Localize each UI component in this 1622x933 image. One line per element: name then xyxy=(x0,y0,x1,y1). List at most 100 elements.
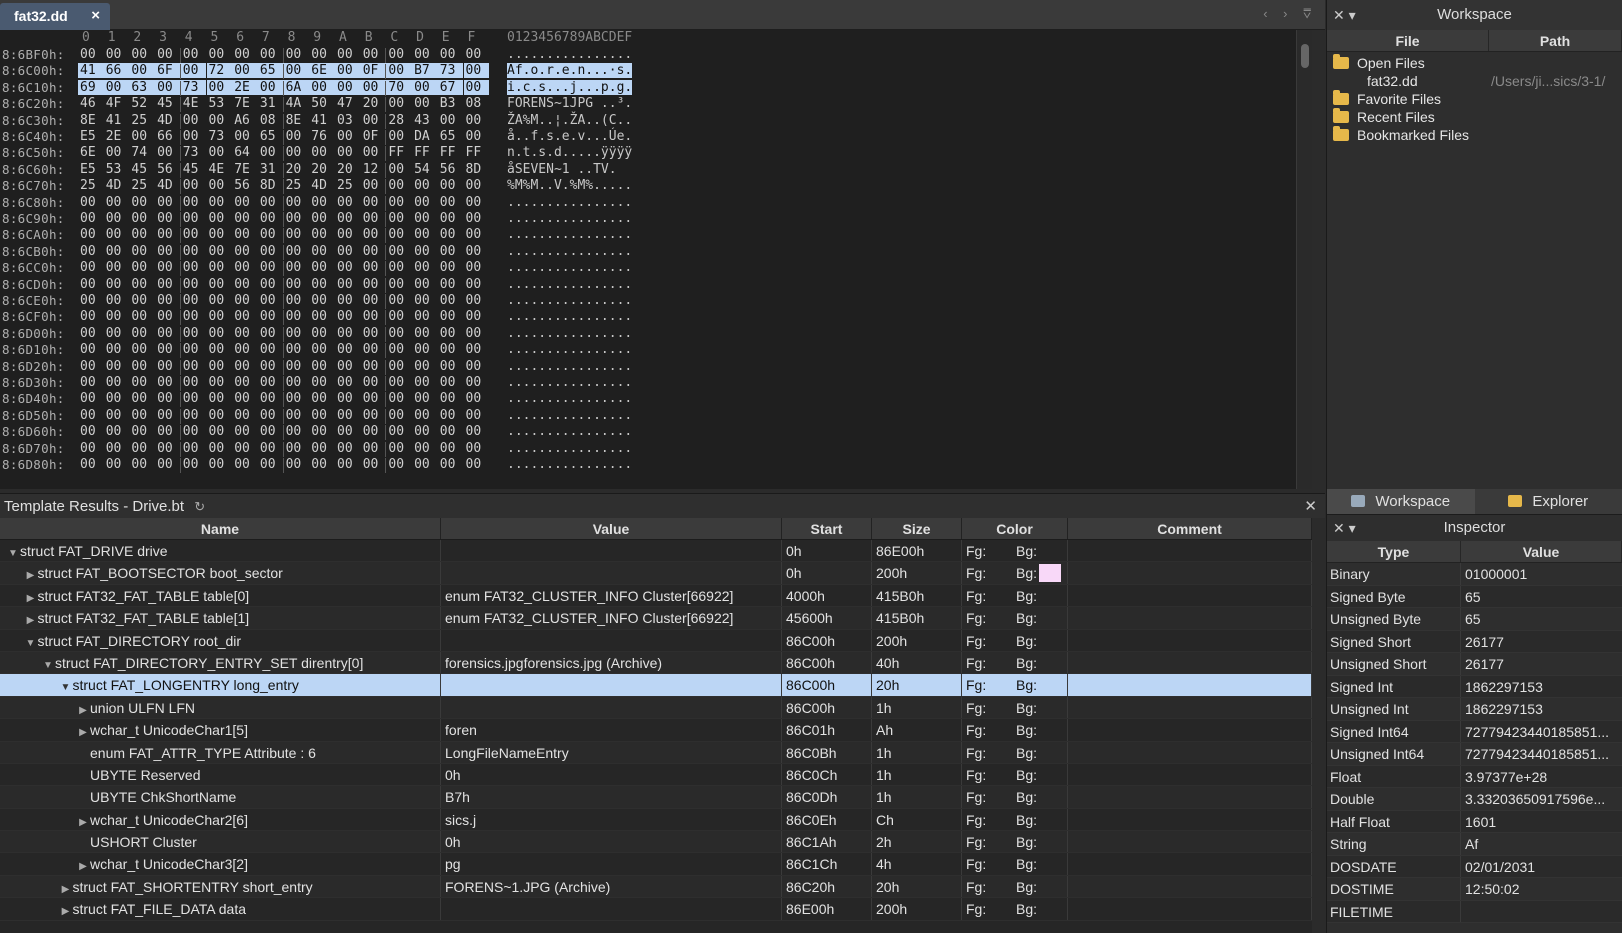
hex-byte[interactable]: 00 xyxy=(335,375,361,390)
inspector-value[interactable]: 72779423440185851... xyxy=(1461,721,1622,743)
hex-byte[interactable]: 00 xyxy=(284,408,310,423)
hex-bytes[interactable]: 41 66 00 6F 00 72 00 65 00 6E 00 0F 00 B7 73 00 xyxy=(78,63,498,80)
hex-byte[interactable]: 00 xyxy=(412,326,438,341)
hex-row[interactable]: 8:6C00h: 41 66 00 6F 00 72 00 65 00 6E 00 0F 00 B7 73 00… xyxy=(0,63,1312,80)
hex-byte[interactable]: 00 xyxy=(412,211,438,226)
hex-byte[interactable]: 00 xyxy=(155,309,181,324)
workspace-folder-item[interactable]: Favorite Files xyxy=(1327,90,1622,108)
hex-byte[interactable]: 00 xyxy=(464,457,490,472)
hex-byte[interactable]: 00 xyxy=(232,441,258,456)
hex-bytes[interactable]: 00 00 00 00 00 00 00 00 00 00 00 00 00 00 00 00 xyxy=(78,293,498,310)
hex-byte[interactable]: 00 xyxy=(438,244,464,259)
inspector-row[interactable]: FILETIME xyxy=(1327,900,1622,923)
hex-byte[interactable]: 00 xyxy=(361,195,387,210)
hex-byte[interactable]: 54 xyxy=(412,162,438,177)
hex-byte[interactable]: 00 xyxy=(207,408,233,423)
hex-byte[interactable]: 00 xyxy=(181,457,207,472)
hex-row[interactable]: 8:6CA0h: 00 00 00 00 00 00 00 00 00 00 00 00 00 00 00 00… xyxy=(0,227,1312,244)
hex-bytes[interactable]: 00 00 00 00 00 00 00 00 00 00 00 00 00 00 00 00 xyxy=(78,424,498,441)
hex-ascii[interactable]: ................ xyxy=(507,424,632,439)
hex-byte[interactable]: 00 xyxy=(464,211,490,226)
expand-down-icon[interactable]: ▼ xyxy=(24,633,38,651)
hex-byte[interactable]: 00 xyxy=(438,178,464,193)
hex-byte[interactable]: 00 xyxy=(181,277,207,292)
hex-byte[interactable]: 56 xyxy=(155,162,181,177)
hex-bytes[interactable]: 00 00 00 00 00 00 00 00 00 00 00 00 00 00 00 00 xyxy=(78,375,498,392)
template-cell-color[interactable]: Fg: Bg: xyxy=(962,875,1068,898)
inspector-value[interactable]: 65 xyxy=(1461,586,1622,608)
hex-byte[interactable]: 69 xyxy=(78,79,104,95)
hex-byte[interactable]: 00 xyxy=(155,195,181,210)
hex-byte[interactable]: 00 xyxy=(258,342,284,357)
hex-byte[interactable]: 00 xyxy=(309,277,335,292)
hex-row[interactable]: 8:6C50h: 6E 00 74 00 73 00 64 00 00 00 00 00 FF FF FF FF… xyxy=(0,145,1312,162)
hex-byte[interactable]: 00 xyxy=(309,375,335,390)
hex-ascii[interactable]: Af.o.r.e.n...·s. xyxy=(507,63,633,79)
hex-row[interactable]: 8:6CD0h: 00 00 00 00 00 00 00 00 00 00 00 00 00 00 00 00… xyxy=(0,277,1312,294)
hex-byte[interactable]: 00 xyxy=(463,63,490,79)
hex-byte[interactable]: 00 xyxy=(309,424,335,439)
hex-byte[interactable]: 00 xyxy=(155,359,181,374)
hex-byte[interactable]: 00 xyxy=(232,129,258,144)
expand-right-icon[interactable]: ▶ xyxy=(24,565,38,583)
hex-byte[interactable]: 00 xyxy=(464,424,490,439)
hex-byte[interactable]: 00 xyxy=(412,457,438,472)
hex-byte[interactable]: 00 xyxy=(181,424,207,439)
hex-byte[interactable]: 00 xyxy=(155,326,181,341)
hex-byte[interactable]: 00 xyxy=(232,227,258,242)
hex-byte[interactable]: 00 xyxy=(438,441,464,456)
hex-byte[interactable]: E5 xyxy=(78,129,104,144)
hex-byte[interactable]: 00 xyxy=(335,342,361,357)
hex-byte[interactable]: 74 xyxy=(129,145,155,160)
template-cell-color[interactable]: Fg: Bg: xyxy=(962,741,1068,763)
hex-byte[interactable]: 00 xyxy=(258,441,284,456)
template-row[interactable]: ▼ struct FAT_LONGENTRY long_entry 86C00h 20… xyxy=(0,674,1312,697)
hex-byte[interactable]: 00 xyxy=(464,277,490,292)
hex-byte[interactable]: 00 xyxy=(412,391,438,406)
inspector-row[interactable]: Unsigned Int64 72779423440185851... xyxy=(1327,743,1622,766)
hex-byte[interactable]: 00 xyxy=(361,391,387,406)
hex-byte[interactable]: 00 xyxy=(412,96,438,111)
hex-byte[interactable]: 00 xyxy=(181,293,207,308)
hex-byte[interactable]: 00 xyxy=(464,244,490,259)
hex-byte[interactable]: 00 xyxy=(309,244,335,259)
hex-byte[interactable]: 00 xyxy=(412,441,438,456)
col-value[interactable]: Value xyxy=(441,518,782,539)
inspector-value[interactable]: 02/01/2031 xyxy=(1461,856,1622,878)
hex-byte[interactable]: A6 xyxy=(232,113,258,128)
hex-byte[interactable]: 00 xyxy=(464,391,490,406)
hex-byte[interactable]: 00 xyxy=(361,309,387,324)
hex-row[interactable]: 8:6D20h: 00 00 00 00 00 00 00 00 00 00 00 00 00 00 00 00… xyxy=(0,359,1312,376)
hex-byte[interactable]: 00 xyxy=(207,113,233,128)
hex-byte[interactable]: 00 xyxy=(464,113,490,128)
template-cell-comment[interactable] xyxy=(1068,696,1312,719)
hex-byte[interactable]: 00 xyxy=(284,375,310,390)
hex-byte[interactable]: 00 xyxy=(464,227,490,242)
hex-byte[interactable]: 8D xyxy=(464,162,490,177)
template-cell-comment[interactable] xyxy=(1068,786,1312,808)
hex-byte[interactable]: 41 xyxy=(104,113,130,128)
hex-byte[interactable]: 00 xyxy=(386,342,412,357)
template-cell-color[interactable]: Fg: Bg: xyxy=(962,898,1068,920)
hex-byte[interactable]: 00 xyxy=(232,424,258,439)
workspace-col-path[interactable]: Path xyxy=(1489,30,1622,51)
hex-byte[interactable]: 4F xyxy=(104,96,130,111)
template-cell-comment[interactable] xyxy=(1068,763,1312,786)
hex-bytes[interactable]: 00 00 00 00 00 00 00 00 00 00 00 00 00 00 00 00 xyxy=(78,391,498,408)
hex-byte[interactable]: 00 xyxy=(258,457,284,472)
hex-byte[interactable]: 00 xyxy=(207,441,233,456)
hex-byte[interactable]: 00 xyxy=(464,260,490,275)
hex-byte[interactable]: 00 xyxy=(284,227,310,242)
hex-byte[interactable]: 00 xyxy=(104,260,130,275)
hex-byte[interactable]: 00 xyxy=(232,359,258,374)
inspector-value[interactable]: 26177 xyxy=(1461,631,1622,653)
hex-row[interactable]: 8:6C10h: 69 00 63 00 73 00 2E 00 6A 00 00 00 70 00 67 00… xyxy=(0,79,1312,97)
hex-byte[interactable]: 00 xyxy=(438,293,464,308)
hex-row[interactable]: 8:6BF0h: 00 00 00 00 00 00 00 00 00 00 00 00 00 00 00 00… xyxy=(0,47,1312,64)
hex-byte[interactable]: 00 xyxy=(438,342,464,357)
hex-bytes[interactable]: 00 00 00 00 00 00 00 00 00 00 00 00 00 00 00 00 xyxy=(78,309,498,326)
hex-byte[interactable]: 00 xyxy=(360,79,387,95)
hex-byte[interactable]: 00 xyxy=(284,145,310,160)
tab-workspace[interactable]: Workspace xyxy=(1327,489,1475,514)
hex-byte[interactable]: 25 xyxy=(129,178,155,193)
